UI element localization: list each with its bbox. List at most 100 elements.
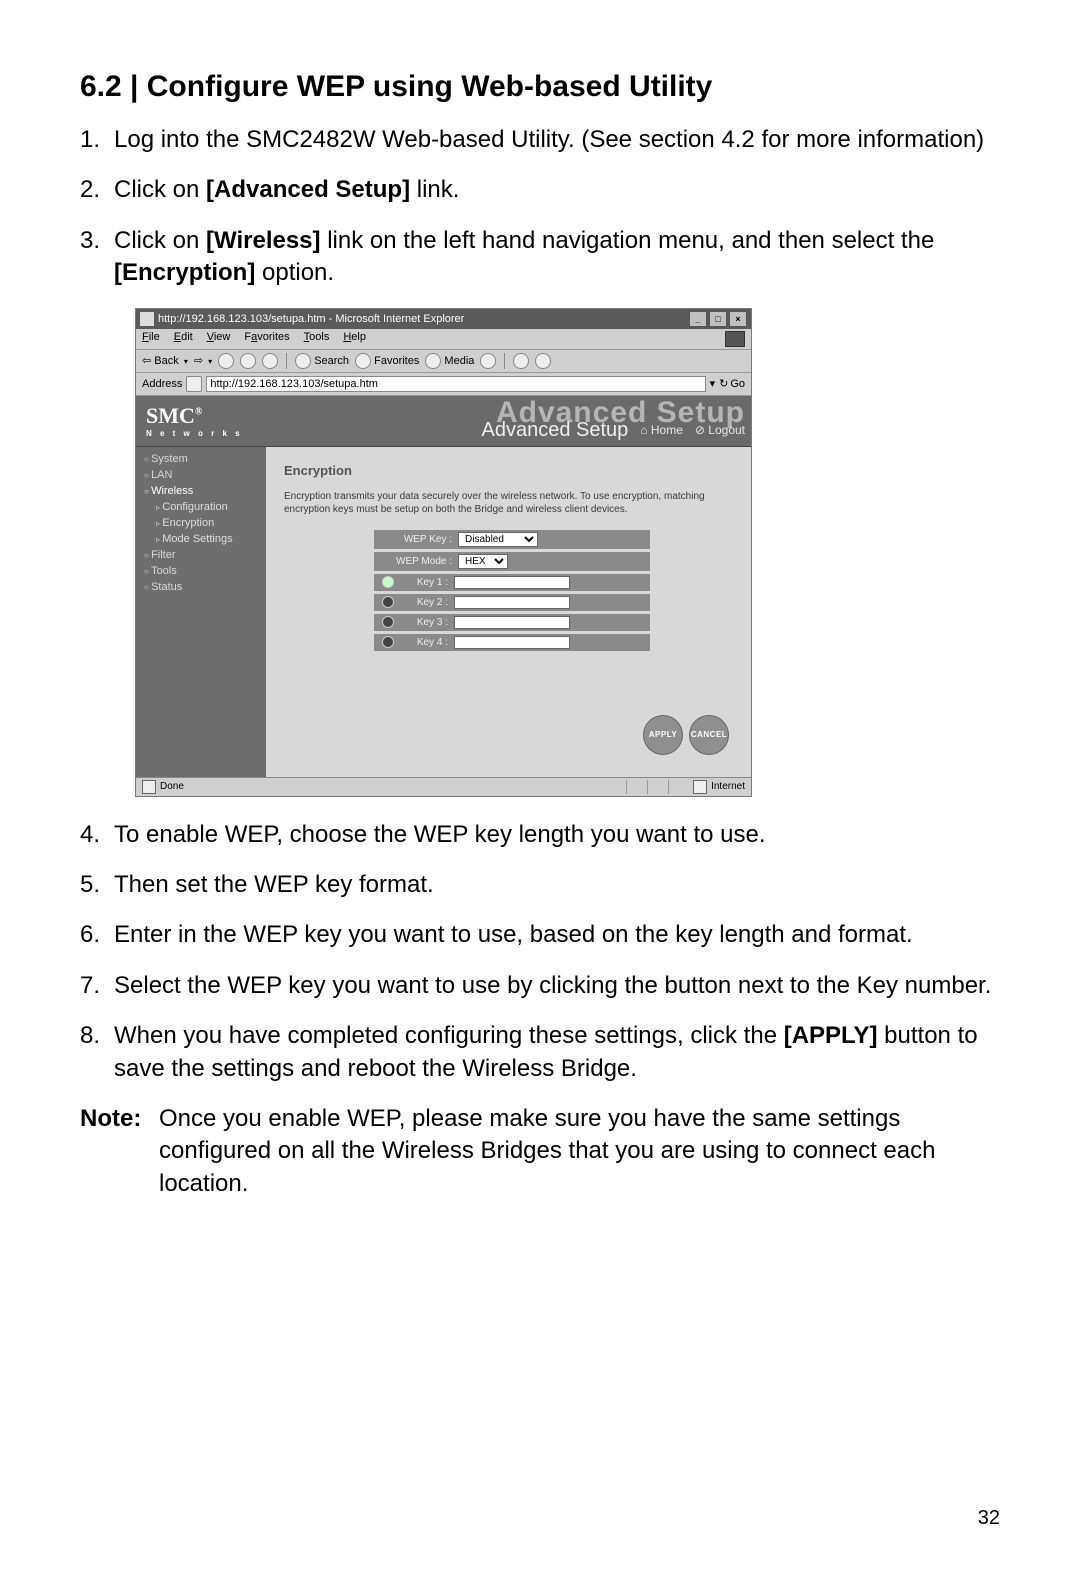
sidebar-item-configuration[interactable]: Configuration [136, 499, 266, 515]
address-dropdown-icon[interactable]: ▾ [710, 377, 716, 390]
refresh-icon[interactable] [240, 353, 256, 369]
mail-icon[interactable] [513, 353, 529, 369]
steps-top: 1. Log into the SMC2482W Web-based Utili… [80, 124, 1000, 290]
bold-wireless: [Wireless] [206, 227, 321, 254]
logout-link[interactable]: ⊘ Logout [695, 423, 745, 437]
maximize-button[interactable]: □ [709, 311, 727, 327]
favorites-button[interactable]: Favorites [355, 353, 419, 369]
wep-key-label: WEP Key : [382, 534, 458, 545]
wep-form: WEP Key : Disabled WEP Mode : HEX Key 1 … [374, 530, 733, 651]
menubar: File Edit View Favorites Tools Help [136, 329, 751, 349]
close-button[interactable]: × [729, 311, 747, 327]
forward-button[interactable]: ⇨ [194, 354, 212, 367]
wep-mode-select[interactable]: HEX [458, 554, 508, 569]
back-button[interactable]: ⇦ Back [142, 354, 188, 367]
step-2: 2. Click on [Advanced Setup] link. [80, 174, 1000, 206]
key1-input[interactable] [454, 576, 570, 589]
status-left: Done [160, 781, 184, 792]
key4-row: Key 4 : [374, 634, 650, 651]
key3-radio[interactable] [382, 616, 394, 628]
address-input[interactable] [206, 376, 705, 392]
menu-view[interactable]: View [207, 331, 231, 347]
menu-tools[interactable]: Tools [304, 331, 330, 347]
panel-description: Encryption transmits your data securely … [284, 490, 733, 516]
steps-bottom: 4.To enable WEP, choose the WEP key leng… [80, 819, 1000, 1085]
section-heading: 6.2 | Configure WEP using Web-based Util… [80, 70, 1000, 104]
print-icon[interactable] [535, 353, 551, 369]
ie-logo-icon [725, 331, 745, 347]
sidebar-item-lan[interactable]: LAN [136, 467, 266, 483]
step-4: 4.To enable WEP, choose the WEP key leng… [80, 819, 1000, 851]
wep-mode-row: WEP Mode : HEX [374, 552, 650, 571]
sidebar-item-wireless[interactable]: Wireless [136, 483, 266, 499]
menu-favorites[interactable]: Favorites [244, 331, 289, 347]
go-button[interactable]: Go [719, 377, 745, 390]
key1-row: Key 1 : [374, 574, 650, 591]
address-label: Address [142, 378, 182, 390]
stop-icon[interactable] [218, 353, 234, 369]
key3-input[interactable] [454, 616, 570, 629]
wep-key-select[interactable]: Disabled [458, 532, 538, 547]
key4-label: Key 4 : [398, 637, 454, 648]
key4-radio[interactable] [382, 636, 394, 648]
note-body: Once you enable WEP, please make sure yo… [155, 1103, 1000, 1200]
main-panel: Encryption Encryption transmits your dat… [266, 447, 751, 777]
step-6: 6.Enter in the WEP key you want to use, … [80, 919, 1000, 951]
page-icon [186, 376, 202, 392]
wep-mode-label: WEP Mode : [382, 556, 458, 567]
sidebar-item-encryption[interactable]: Encryption [136, 515, 266, 531]
key4-input[interactable] [454, 636, 570, 649]
sidebar-item-system[interactable]: System [136, 451, 266, 467]
note-label: Note: [80, 1103, 155, 1200]
window-titlebar: http://192.168.123.103/setupa.htm - Micr… [136, 309, 751, 329]
menu-edit[interactable]: Edit [174, 331, 193, 347]
note: Note: Once you enable WEP, please make s… [80, 1103, 1000, 1200]
bold-apply: [APPLY] [784, 1022, 878, 1049]
apply-button[interactable]: APPLY [643, 715, 683, 755]
history-icon[interactable] [480, 353, 496, 369]
home-link[interactable]: ⌂ Home [640, 423, 683, 437]
sidebar-item-status[interactable]: Status [136, 579, 266, 595]
cancel-button[interactable]: CANCEL [689, 715, 729, 755]
sidebar: System LAN Wireless Configuration Encryp… [136, 447, 266, 777]
status-bar: Done Internet [136, 777, 751, 796]
key1-label: Key 1 : [398, 577, 454, 588]
page-number: 32 [978, 1507, 1000, 1530]
step-7: 7.Select the WEP key you want to use by … [80, 970, 1000, 1002]
done-icon [142, 780, 156, 794]
bold-advanced-setup: [Advanced Setup] [206, 176, 410, 203]
media-button[interactable]: Media [425, 353, 474, 369]
panel-title: Encryption [284, 463, 733, 478]
sidebar-item-mode-settings[interactable]: Mode Settings [136, 531, 266, 547]
brand-logo: SMC® N e t w o r k s [146, 403, 243, 438]
key2-row: Key 2 : [374, 594, 650, 611]
banner-title: Advanced Setup [482, 419, 629, 442]
key2-input[interactable] [454, 596, 570, 609]
address-bar: Address ▾ Go [136, 373, 751, 396]
browser-screenshot: http://192.168.123.103/setupa.htm - Micr… [135, 308, 752, 797]
status-right: Internet [711, 781, 745, 792]
step-3: 3. Click on [Wireless] link on the left … [80, 225, 1000, 290]
key1-radio[interactable] [382, 576, 394, 588]
search-button[interactable]: Search [295, 353, 349, 369]
menu-file[interactable]: File [142, 331, 160, 347]
step-5: 5.Then set the WEP key format. [80, 869, 1000, 901]
key2-label: Key 2 : [398, 597, 454, 608]
wep-key-row: WEP Key : Disabled [374, 530, 650, 549]
key3-row: Key 3 : [374, 614, 650, 631]
window-title: http://192.168.123.103/setupa.htm - Micr… [158, 313, 689, 325]
page-banner: SMC® N e t w o r k s Advanced Setup Adva… [136, 396, 751, 447]
minimize-button[interactable]: _ [689, 311, 707, 327]
step-8: 8. When you have completed configuring t… [80, 1020, 1000, 1085]
sidebar-item-filter[interactable]: Filter [136, 547, 266, 563]
key3-label: Key 3 : [398, 617, 454, 628]
step-1: 1. Log into the SMC2482W Web-based Utili… [80, 124, 1000, 156]
internet-zone-icon [693, 780, 707, 794]
toolbar: ⇦ Back ⇨ Search Favorites Media [136, 349, 751, 373]
ie-icon [140, 312, 154, 326]
sidebar-item-tools[interactable]: Tools [136, 563, 266, 579]
key2-radio[interactable] [382, 596, 394, 608]
home-icon[interactable] [262, 353, 278, 369]
bold-encryption: [Encryption] [114, 259, 255, 286]
menu-help[interactable]: Help [343, 331, 366, 347]
